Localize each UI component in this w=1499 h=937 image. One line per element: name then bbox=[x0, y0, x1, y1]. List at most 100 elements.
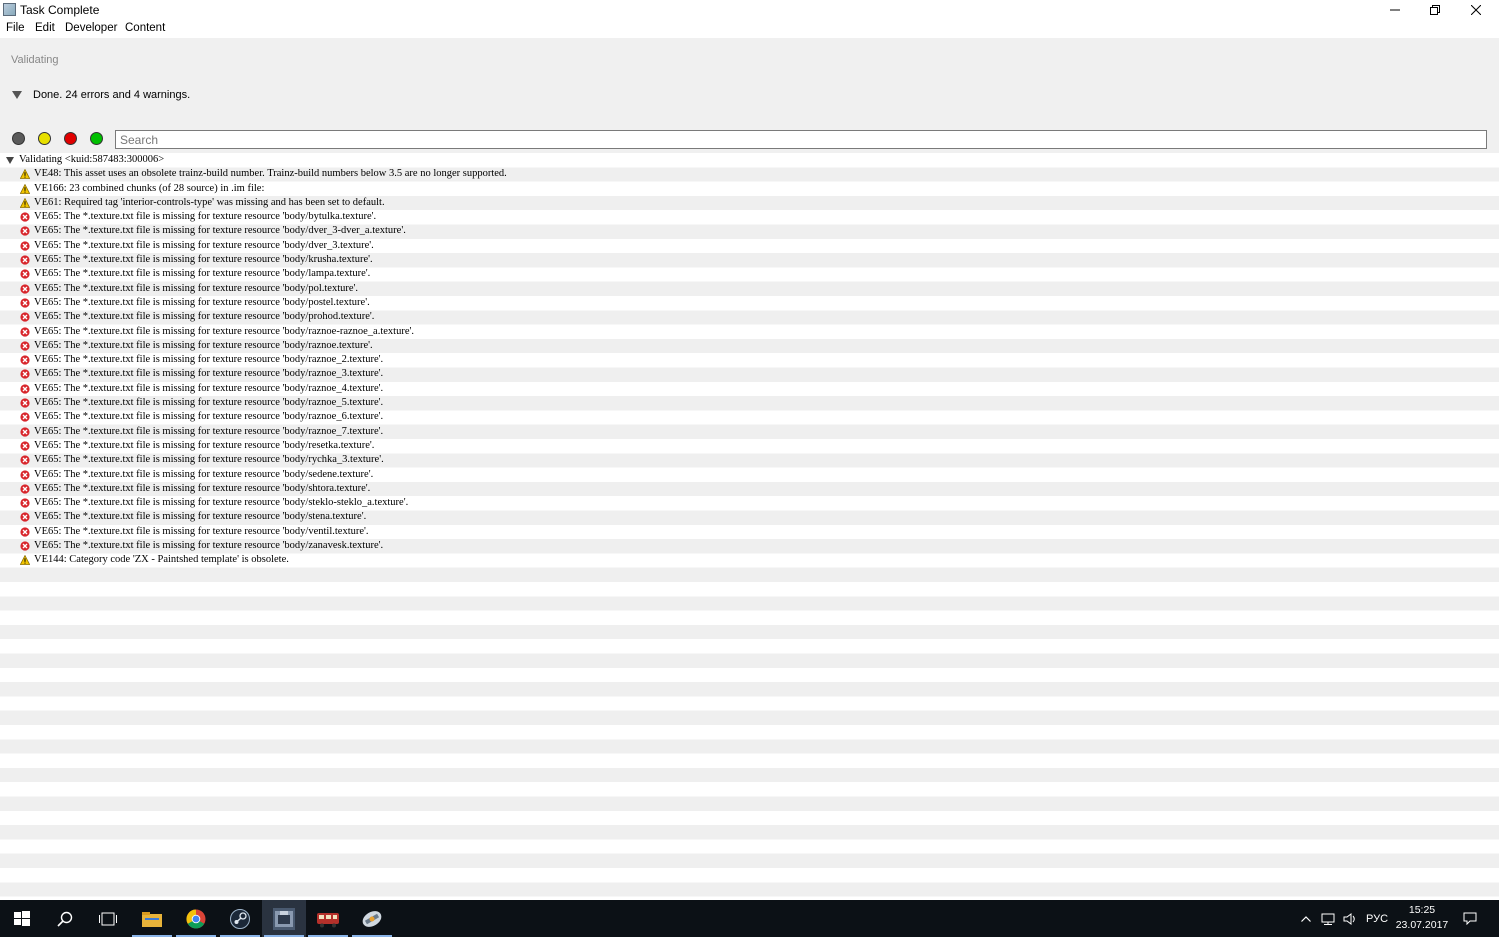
error-icon bbox=[20, 384, 30, 394]
search-input[interactable] bbox=[115, 130, 1487, 149]
steam-icon bbox=[230, 908, 250, 929]
task-view-taskbar-button[interactable] bbox=[86, 900, 130, 937]
error-icon bbox=[20, 341, 30, 351]
language-indicator[interactable]: РУС bbox=[1362, 900, 1392, 937]
error-icon bbox=[20, 455, 30, 465]
file-explorer-taskbar-button[interactable] bbox=[130, 900, 174, 937]
filter-warnings-button[interactable] bbox=[38, 132, 51, 145]
task-complete-window: Task Complete File Edit Developer Conten… bbox=[0, 0, 1499, 900]
tree-root-label: Validating <kuid:587483:300006> bbox=[19, 154, 165, 165]
error-icon bbox=[20, 269, 30, 279]
error-icon bbox=[20, 441, 30, 451]
tree-item[interactable]: VE65: The *.texture.txt file is missing … bbox=[0, 210, 1499, 224]
error-icon bbox=[20, 527, 30, 537]
tree-item[interactable]: VE65: The *.texture.txt file is missing … bbox=[0, 267, 1499, 281]
tree-item[interactable]: VE65: The *.texture.txt file is missing … bbox=[0, 496, 1499, 510]
title-bar[interactable]: Task Complete bbox=[0, 0, 1499, 20]
tree-item-label: VE65: The *.texture.txt file is missing … bbox=[34, 254, 373, 266]
menu-bar: File Edit Developer Content bbox=[0, 20, 1499, 38]
tree-item[interactable]: VE65: The *.texture.txt file is missing … bbox=[0, 253, 1499, 267]
tree-item-label: VE65: The *.texture.txt file is missing … bbox=[34, 497, 409, 509]
chrome-taskbar-button[interactable] bbox=[174, 900, 218, 937]
search-taskbar-button[interactable] bbox=[43, 900, 87, 937]
minimize-button[interactable] bbox=[1375, 0, 1415, 20]
tree-item[interactable]: VE144: Category code 'ZX - Paintshed tem… bbox=[0, 553, 1499, 567]
filter-ok-button[interactable] bbox=[90, 132, 103, 145]
menu-developer[interactable]: Developer bbox=[65, 22, 117, 34]
tree-item-label: VE65: The *.texture.txt file is missing … bbox=[34, 382, 384, 394]
expand-arrow-icon[interactable] bbox=[6, 157, 14, 164]
menu-edit[interactable]: Edit bbox=[35, 22, 55, 34]
tree-item[interactable]: VE65: The *.texture.txt file is missing … bbox=[0, 439, 1499, 453]
tree-item-label: VE48: This asset uses an obsolete trainz… bbox=[34, 168, 507, 180]
tree-item[interactable]: VE65: The *.texture.txt file is missing … bbox=[0, 410, 1499, 424]
tree-root[interactable]: Validating <kuid:587483:300006> bbox=[0, 153, 1499, 167]
close-icon bbox=[1471, 5, 1481, 15]
warning-icon bbox=[20, 169, 30, 180]
steam-taskbar-button[interactable] bbox=[218, 900, 262, 937]
menu-content[interactable]: Content bbox=[125, 22, 165, 34]
validation-tree[interactable]: Validating <kuid:587483:300006> VE48: Th… bbox=[0, 153, 1499, 900]
tree-item[interactable]: VE65: The *.texture.txt file is missing … bbox=[0, 468, 1499, 482]
tree-item[interactable]: VE61: Required tag 'interior-controls-ty… bbox=[0, 196, 1499, 210]
tree-item[interactable]: VE65: The *.texture.txt file is missing … bbox=[0, 353, 1499, 367]
tree-item-label: VE61: Required tag 'interior-controls-ty… bbox=[34, 196, 385, 208]
surveyor-icon bbox=[361, 908, 383, 930]
tree-item[interactable]: VE65: The *.texture.txt file is missing … bbox=[0, 224, 1499, 238]
notifications-icon[interactable] bbox=[1458, 900, 1482, 937]
tree-item[interactable]: VE65: The *.texture.txt file is missing … bbox=[0, 296, 1499, 310]
tray-chevron-icon[interactable] bbox=[1297, 900, 1315, 937]
filter-errors-button[interactable] bbox=[64, 132, 77, 145]
tree-item[interactable]: VE65: The *.texture.txt file is missing … bbox=[0, 310, 1499, 324]
error-icon bbox=[20, 212, 30, 222]
menu-file[interactable]: File bbox=[6, 22, 25, 34]
tree-item[interactable]: VE65: The *.texture.txt file is missing … bbox=[0, 282, 1499, 296]
tree-item-label: VE65: The *.texture.txt file is missing … bbox=[34, 368, 384, 380]
tree-item-label: VE65: The *.texture.txt file is missing … bbox=[34, 268, 371, 280]
tree-item-label: VE65: The *.texture.txt file is missing … bbox=[34, 311, 375, 323]
start-icon bbox=[14, 910, 30, 927]
tree-item[interactable]: VE48: This asset uses an obsolete trainz… bbox=[0, 167, 1499, 181]
task-view-icon bbox=[99, 912, 117, 926]
status-panel: Validating Done. 24 errors and 4 warning… bbox=[0, 38, 1499, 125]
tree-item[interactable]: VE65: The *.texture.txt file is missing … bbox=[0, 339, 1499, 353]
trainz-taskbar-button[interactable] bbox=[306, 900, 350, 937]
error-icon bbox=[20, 541, 30, 551]
tree-item-label: VE65: The *.texture.txt file is missing … bbox=[34, 354, 384, 366]
tree-item[interactable]: VE65: The *.texture.txt file is missing … bbox=[0, 325, 1499, 339]
warning-icon bbox=[20, 555, 30, 566]
start-taskbar-button[interactable] bbox=[0, 900, 44, 937]
trainz-content-manager-taskbar-button[interactable] bbox=[262, 900, 306, 937]
filter-all-button[interactable] bbox=[12, 132, 25, 145]
tree-item[interactable]: VE65: The *.texture.txt file is missing … bbox=[0, 382, 1499, 396]
close-button[interactable] bbox=[1456, 0, 1496, 20]
volume-icon[interactable] bbox=[1340, 900, 1360, 937]
tree-item-label: VE65: The *.texture.txt file is missing … bbox=[34, 211, 377, 223]
error-icon bbox=[20, 284, 30, 294]
restore-button[interactable] bbox=[1415, 0, 1455, 20]
tree-item[interactable]: VE65: The *.texture.txt file is missing … bbox=[0, 453, 1499, 467]
tree-item[interactable]: VE65: The *.texture.txt file is missing … bbox=[0, 482, 1499, 496]
tree-item[interactable]: VE65: The *.texture.txt file is missing … bbox=[0, 396, 1499, 410]
tree-item-label: VE65: The *.texture.txt file is missing … bbox=[34, 397, 384, 409]
trainz-icon bbox=[316, 910, 340, 928]
error-icon bbox=[20, 326, 30, 337]
tree-item-label: VE65: The *.texture.txt file is missing … bbox=[34, 282, 359, 294]
tree-item[interactable]: VE65: The *.texture.txt file is missing … bbox=[0, 367, 1499, 381]
tree-item[interactable]: VE65: The *.texture.txt file is missing … bbox=[0, 525, 1499, 539]
clock[interactable]: 15:25 23.07.2017 bbox=[1394, 903, 1450, 933]
collapse-arrow-icon[interactable] bbox=[12, 91, 22, 99]
error-icon bbox=[20, 255, 30, 265]
file-explorer-icon bbox=[142, 911, 162, 927]
tree-item[interactable]: VE65: The *.texture.txt file is missing … bbox=[0, 539, 1499, 553]
window-title: Task Complete bbox=[20, 3, 100, 17]
tree-item-label: VE65: The *.texture.txt file is missing … bbox=[34, 225, 406, 237]
error-icon bbox=[20, 226, 30, 237]
network-icon[interactable] bbox=[1318, 900, 1338, 937]
tree-item[interactable]: VE166: 23 combined chunks (of 28 source)… bbox=[0, 182, 1499, 196]
tree-item[interactable]: VE65: The *.texture.txt file is missing … bbox=[0, 510, 1499, 524]
tree-item-label: VE65: The *.texture.txt file is missing … bbox=[34, 239, 374, 251]
tree-item[interactable]: VE65: The *.texture.txt file is missing … bbox=[0, 239, 1499, 253]
surveyor-taskbar-button[interactable] bbox=[350, 900, 394, 937]
tree-item[interactable]: VE65: The *.texture.txt file is missing … bbox=[0, 425, 1499, 439]
